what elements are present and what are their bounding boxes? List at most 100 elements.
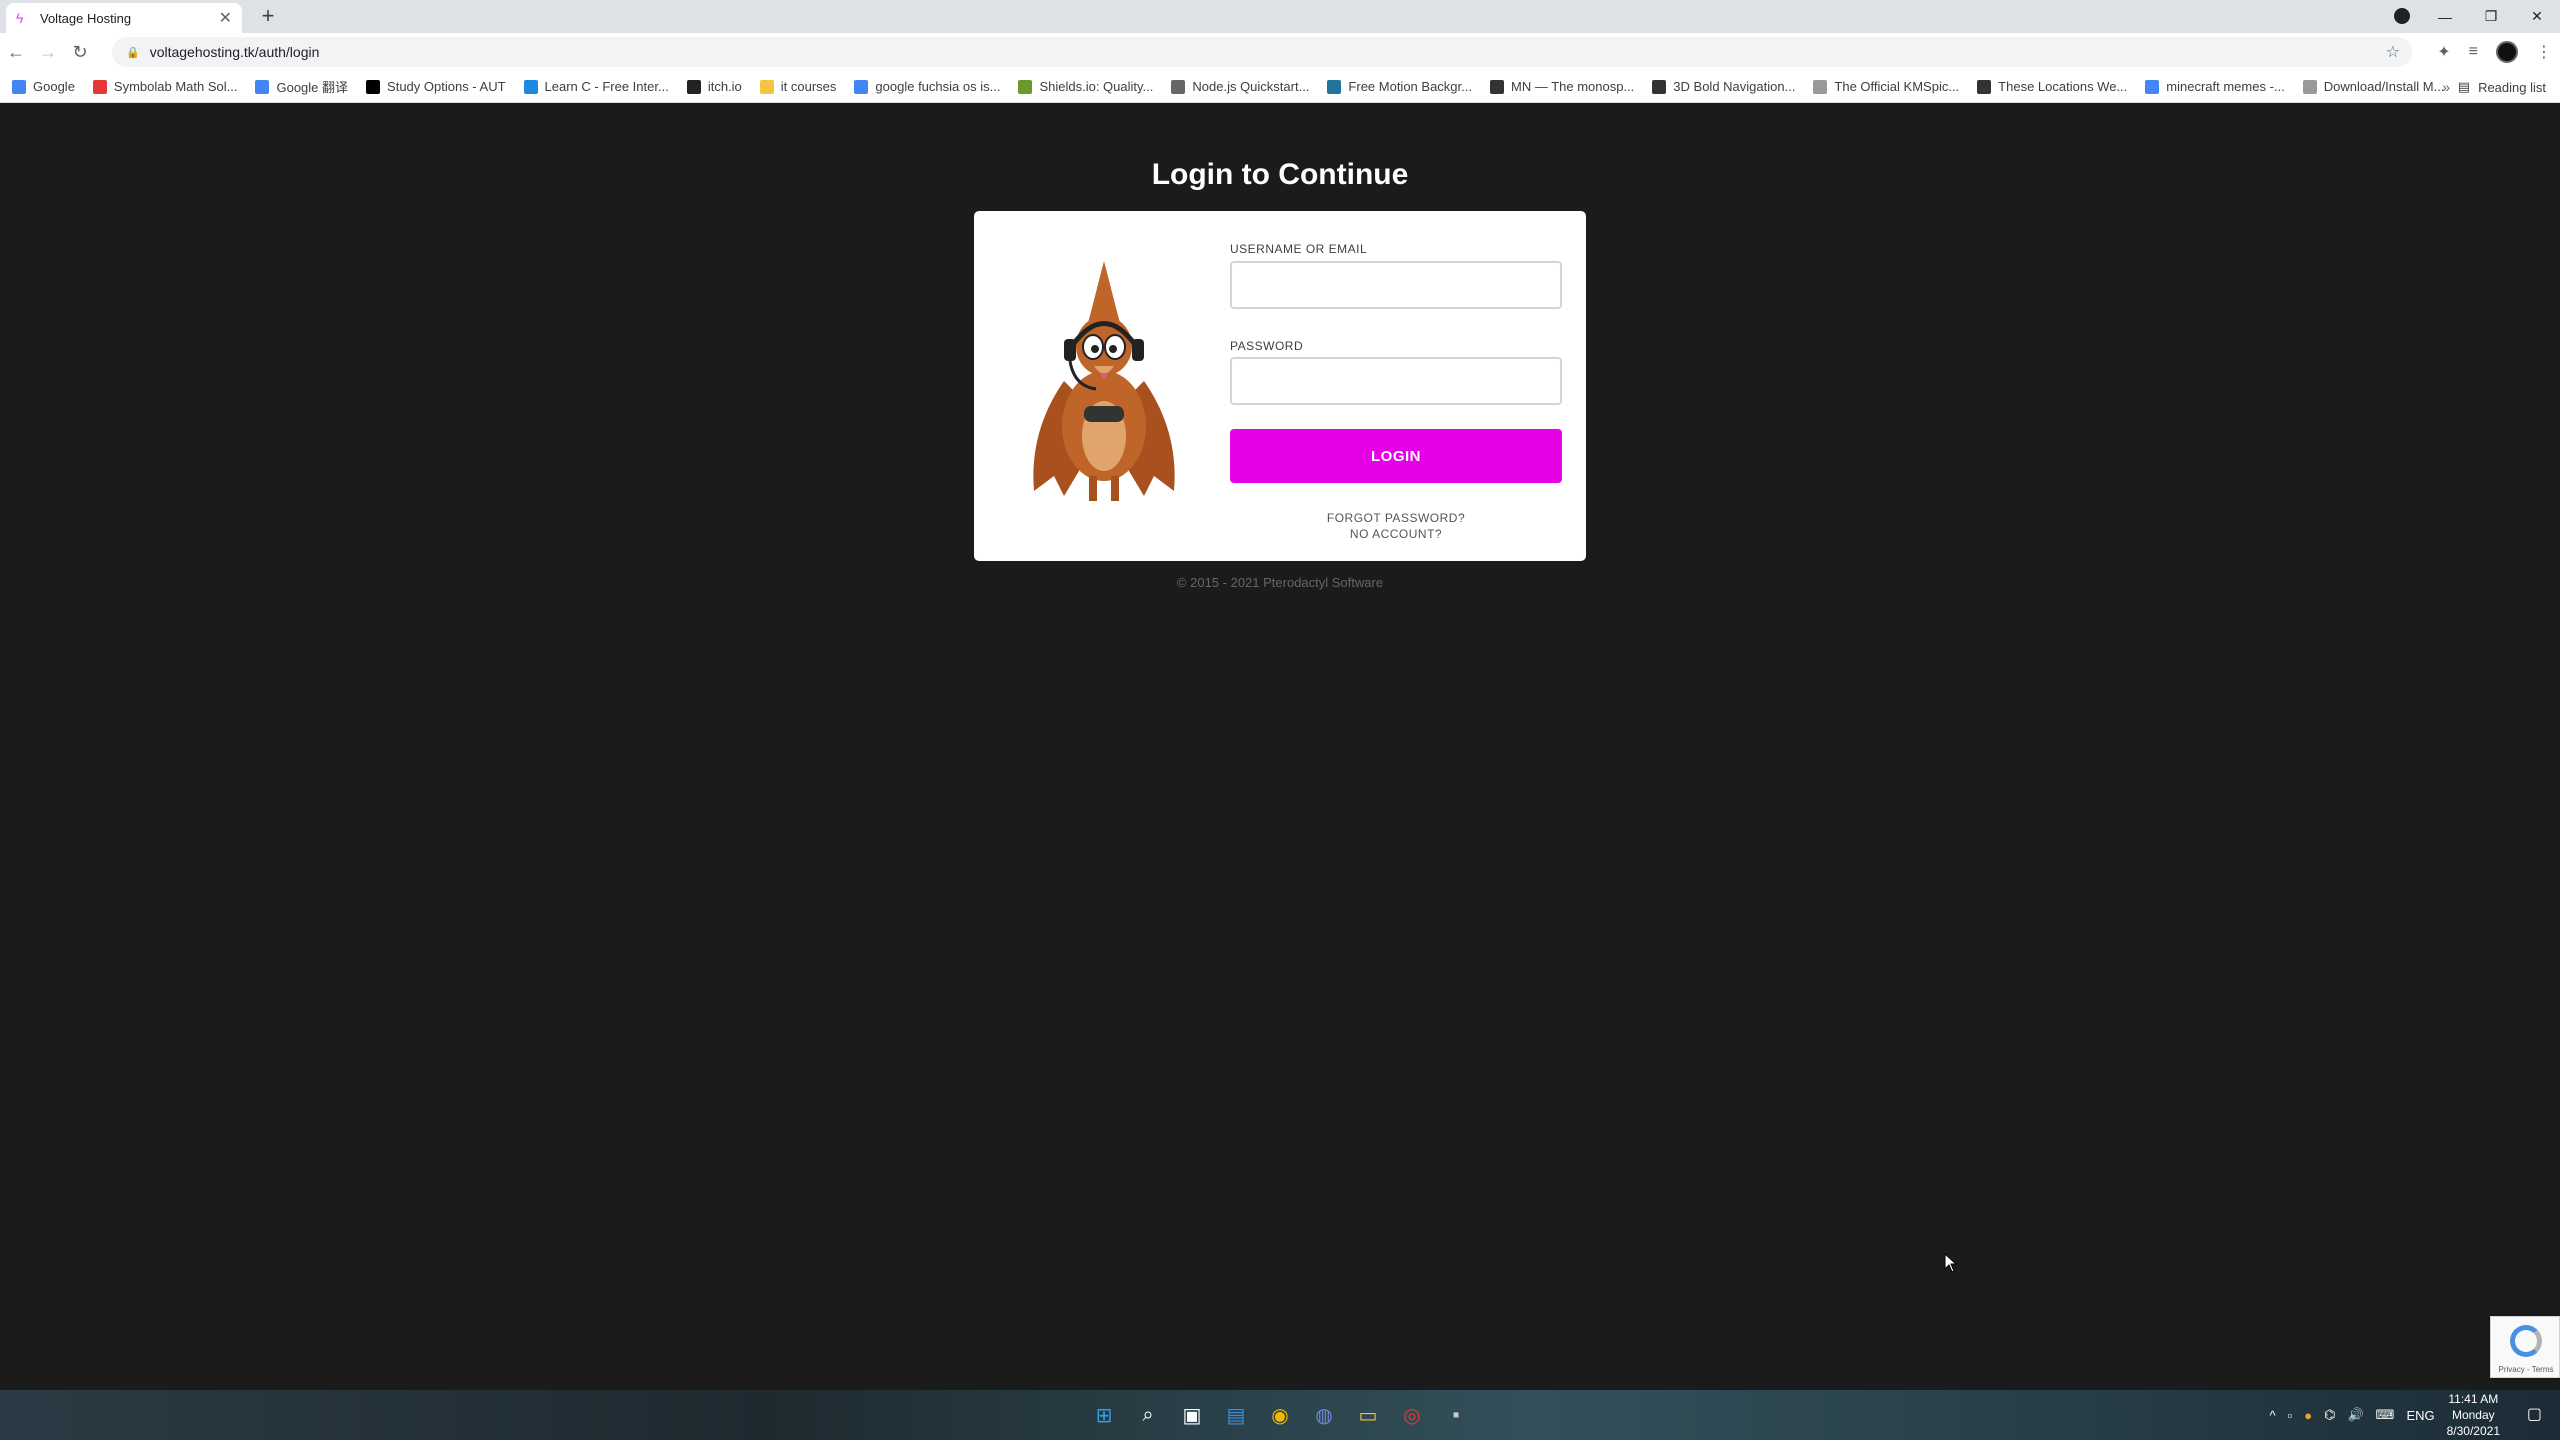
keyboard-icon[interactable]: ⌨ <box>2376 1407 2395 1423</box>
page-title: Login to Continue <box>1151 158 1409 191</box>
task-view-icon[interactable]: ▣ <box>1178 1401 1206 1429</box>
back-icon[interactable]: ← <box>0 42 32 63</box>
widgets-icon[interactable]: ▤ <box>1222 1401 1250 1429</box>
bookmark-label: Symbolab Math Sol... <box>113 79 238 94</box>
bookmark-label: Free Motion Backgr... <box>1348 79 1472 94</box>
bookmark-item[interactable]: Study Options - AUT <box>366 79 506 94</box>
page-content: Login to Continue USERNAME OR EMAIL PASS… <box>0 103 2560 1390</box>
terminal-icon[interactable]: ▪ <box>1442 1401 1470 1429</box>
bookmarks-overflow-icon[interactable]: » <box>2442 79 2450 95</box>
bookmarks-bar: Google Symbolab Math Sol... Google 翻译 Study… <box>0 71 2560 103</box>
bookmark-item[interactable]: Symbolab Math Sol... <box>92 79 238 94</box>
bookmark-label: Learn C - Free Inter... <box>544 79 669 94</box>
bookmark-item[interactable]: These Locations We... <box>1977 79 2127 94</box>
volume-icon[interactable]: 🔊 <box>2347 1407 2363 1423</box>
language-indicator[interactable]: ENG <box>2406 1408 2434 1423</box>
bookmark-item[interactable]: itch.io <box>686 79 742 94</box>
notification-icon[interactable]: ▢ <box>2527 1404 2542 1424</box>
clock-time: 11:41 AM <box>2448 1392 2499 1406</box>
reading-list-button[interactable]: ▤ Reading list <box>2458 79 2546 95</box>
media-control-icon[interactable]: ≡ <box>2469 43 2478 61</box>
reading-list-icon: ▤ <box>2457 79 2471 94</box>
forward-icon[interactable]: → <box>32 42 64 63</box>
bookmark-item[interactable]: Shields.io: Quality... <box>1018 79 1153 94</box>
clock-date: 8/30/2021 <box>2446 1424 2500 1438</box>
bookmark-item[interactable]: it courses <box>759 79 837 94</box>
tab-strip: ϟ Voltage Hosting ✕ + — ❐ ✕ <box>0 0 2560 33</box>
bookmark-star-icon[interactable]: ☆ <box>2386 42 2400 62</box>
menu-icon[interactable]: ⋮ <box>2536 42 2552 62</box>
bookmark-label: Google <box>33 79 75 94</box>
bookmark-item[interactable]: Learn C - Free Inter... <box>523 79 669 94</box>
bookmark-item[interactable]: Google <box>12 79 75 94</box>
system-tray: ^ ▫ ● ⌬ 🔊 ⌨ ENG 11:41 AM Monday 8/30/202… <box>2270 1390 2500 1440</box>
recaptcha-terms[interactable]: Privacy - Terms <box>2493 1365 2559 1374</box>
extensions-icon[interactable]: ✦ <box>2437 42 2450 62</box>
tray-app-icon[interactable]: ▫ <box>2288 1408 2293 1423</box>
bookmark-item[interactable]: google fuchsia os is... <box>854 79 1000 94</box>
browser-tab[interactable]: ϟ Voltage Hosting ✕ <box>6 3 242 33</box>
bookmark-label: itch.io <box>707 79 742 94</box>
login-button[interactable]: LOGIN <box>1230 429 1562 483</box>
lightning-icon: ϟ <box>16 10 24 26</box>
file-explorer-icon[interactable]: ▭ <box>1354 1401 1382 1429</box>
wordpress-icon <box>1327 79 1342 94</box>
symbolab-icon <box>92 79 107 94</box>
address-bar[interactable]: 🔒 voltagehosting.tk/auth/login ☆ <box>112 37 2412 67</box>
bookmark-item[interactable]: Google 翻译 <box>255 77 348 96</box>
google-icon <box>2145 79 2160 94</box>
username-label: USERNAME OR EMAIL <box>1230 242 1368 256</box>
bookmark-label: 3D Bold Navigation... <box>1673 79 1796 94</box>
bookmark-item[interactable]: The Official KMSpic... <box>1813 79 1959 94</box>
aut-icon <box>366 79 381 94</box>
url-text: voltagehosting.tk/auth/login <box>149 44 320 60</box>
close-tab-icon[interactable]: ✕ <box>219 8 232 28</box>
login-card: USERNAME OR EMAIL PASSWORD LOGIN FORGOT … <box>974 211 1586 561</box>
bookmark-item[interactable]: minecraft memes -... <box>2145 79 2285 94</box>
bookmark-item[interactable]: MN — The monosp... <box>1489 79 1634 94</box>
start-icon[interactable]: ⊞ <box>1090 1401 1118 1429</box>
chevron-up-icon[interactable]: ^ <box>2270 1408 2276 1423</box>
bookmark-label: Study Options - AUT <box>387 79 506 94</box>
reload-icon[interactable]: ↻ <box>64 42 96 63</box>
minimize-icon[interactable]: — <box>2422 9 2468 25</box>
bookmark-label: Download/Install M... <box>2323 79 2445 94</box>
close-window-icon[interactable]: ✕ <box>2514 8 2560 25</box>
lock-icon[interactable]: 🔒 <box>126 46 140 59</box>
username-input[interactable] <box>1230 261 1562 309</box>
globe-icon <box>1813 79 1828 94</box>
no-account-link[interactable]: NO ACCOUNT? <box>1230 527 1562 541</box>
network-icon[interactable]: ⌬ <box>2324 1407 2335 1423</box>
window-controls: — ❐ ✕ <box>2422 0 2560 33</box>
bookmark-label: Node.js Quickstart... <box>1192 79 1310 94</box>
discord-icon[interactable]: ◍ <box>1310 1401 1338 1429</box>
itchio-icon <box>686 79 701 94</box>
password-label: PASSWORD <box>1230 339 1304 353</box>
app-red-icon[interactable]: ◎ <box>1398 1401 1426 1429</box>
new-tab-button[interactable]: + <box>257 5 279 28</box>
search-icon[interactable]: ⌕ <box>1134 1401 1162 1429</box>
globe-icon <box>2302 79 2317 94</box>
clock-day: Monday <box>2451 1408 2495 1422</box>
bookmark-label: it courses <box>780 79 837 94</box>
code-icon <box>1171 79 1186 94</box>
taskbar-clock[interactable]: 11:41 AM Monday 8/30/2021 <box>2447 1391 2500 1439</box>
restore-icon[interactable]: ❐ <box>2468 8 2514 25</box>
forgot-password-link[interactable]: FORGOT PASSWORD? <box>1230 511 1562 525</box>
bookmark-item[interactable]: Free Motion Backgr... <box>1327 79 1472 94</box>
mn-icon <box>1489 79 1504 94</box>
avatar[interactable] <box>2496 41 2518 63</box>
profile-indicator-icon[interactable] <box>2394 8 2410 24</box>
chrome-icon[interactable]: ◉ <box>1266 1401 1294 1429</box>
taskbar-apps: ⊞ ⌕ ▣ ▤ ◉ ◍ ▭ ◎ ▪ <box>1090 1390 1470 1440</box>
gear-icon <box>1652 79 1667 94</box>
recaptcha-badge[interactable]: Privacy - Terms <box>2490 1316 2560 1378</box>
google-icon <box>12 79 26 94</box>
shields-icon <box>1018 79 1033 94</box>
bookmark-item[interactable]: Download/Install M... <box>2302 79 2445 94</box>
color-app-icon[interactable]: ● <box>2304 1408 2312 1423</box>
password-input[interactable] <box>1230 357 1562 405</box>
bookmark-item[interactable]: 3D Bold Navigation... <box>1652 79 1795 94</box>
tab-title: Voltage Hosting <box>40 10 132 26</box>
bookmark-item[interactable]: Node.js Quickstart... <box>1171 79 1309 94</box>
